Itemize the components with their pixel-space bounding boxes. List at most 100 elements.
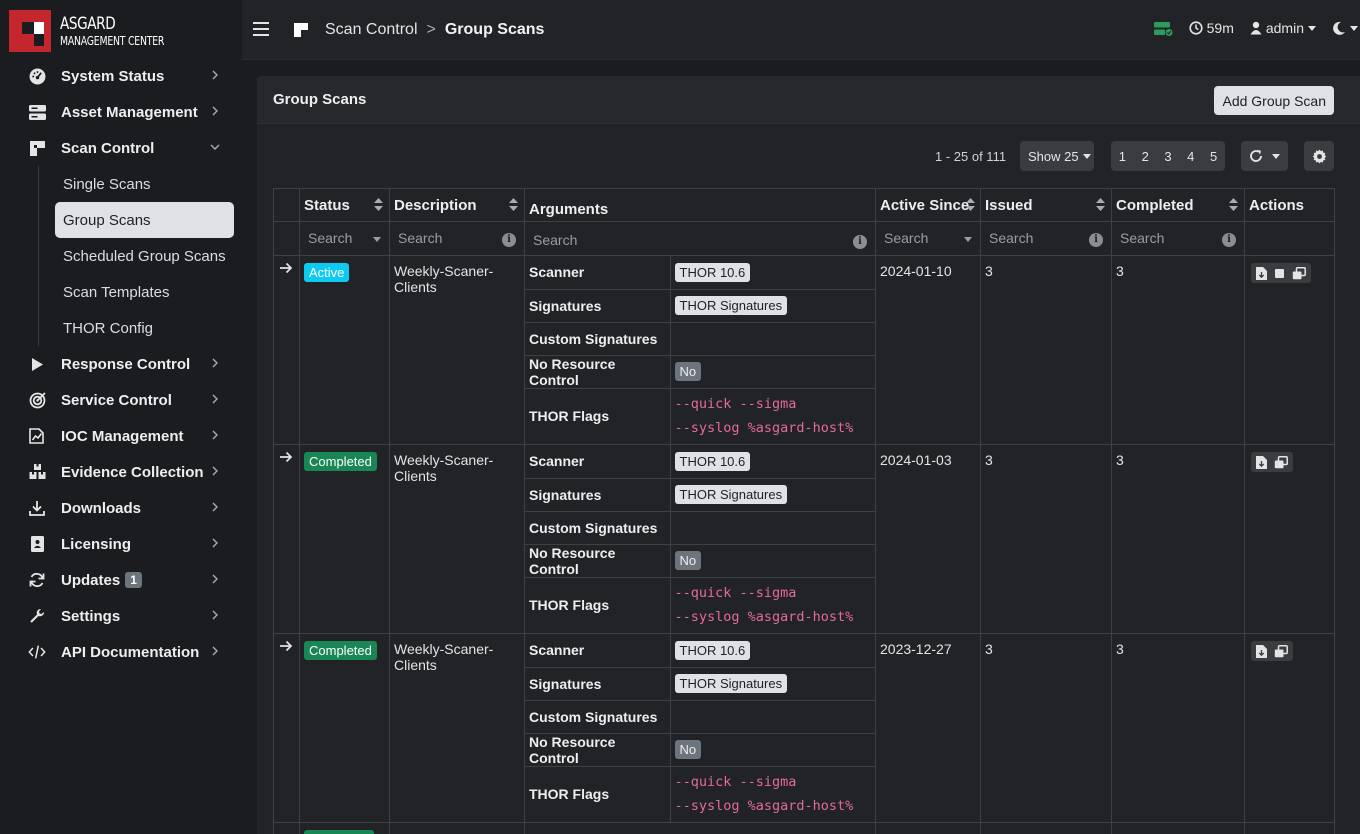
sub-single-scans[interactable]: Single Scans: [55, 166, 242, 202]
nav-downloads[interactable]: Downloads: [0, 490, 242, 526]
signatures-chip: THOR Signatures: [674, 485, 788, 504]
page-link[interactable]: 1: [1111, 149, 1134, 164]
wrench-icon: [28, 607, 46, 625]
arg-value: --quick --sigma --syslog %asgard-host%: [670, 577, 875, 633]
sub-label: Scan Templates: [63, 283, 170, 301]
menu-toggle-icon[interactable]: [253, 22, 269, 36]
sub-group-scans[interactable]: Group Scans: [55, 202, 234, 238]
page-link[interactable]: 3: [1157, 149, 1180, 164]
gauge-icon: [28, 67, 46, 85]
copy-icon[interactable]: [1274, 644, 1288, 658]
target-icon: [28, 391, 46, 409]
chevron-right-icon: [212, 106, 218, 116]
nav-asset-management[interactable]: Asset Management: [0, 94, 242, 130]
column-status[interactable]: Status: [299, 188, 390, 222]
table-row: Completed Weekly-Scaner-Clients Scanner T…: [273, 444, 1335, 634]
brand-logo[interactable]: ASGARD MANAGEMENT CENTER: [9, 10, 194, 52]
chevron-right-icon: [212, 646, 218, 656]
copy-icon[interactable]: [1292, 266, 1306, 280]
nav-ioc-management[interactable]: IOC Management: [0, 418, 242, 454]
expand-row-button[interactable]: [273, 822, 300, 834]
thor-flags: --quick --sigma --syslog %asgard-host%: [674, 396, 854, 437]
sub-scheduled-group-scans[interactable]: Scheduled Group Scans: [55, 238, 242, 274]
completed-filter[interactable]: Search i: [1111, 221, 1245, 256]
column-issued[interactable]: Issued: [980, 188, 1112, 222]
sort-icon: [966, 198, 975, 211]
nav-evidence-collection[interactable]: Evidence Collection: [0, 454, 242, 490]
nav-settings[interactable]: Settings: [0, 598, 242, 634]
breadcrumb-current: Group Scans: [444, 21, 545, 38]
nav-api-documentation[interactable]: API Documentation: [0, 634, 242, 670]
issued-filter[interactable]: Search i: [980, 221, 1112, 256]
completed-cell: 3: [1111, 255, 1245, 445]
top-right-controls: 59m admin: [1153, 20, 1360, 36]
table-settings-button[interactable]: [1304, 141, 1334, 171]
server-status-icon[interactable]: [1153, 21, 1173, 36]
active-since-filter[interactable]: Search: [875, 221, 981, 256]
arguments-cell: Scanner THOR 10.6 Signatures THOR Signatur…: [524, 633, 876, 823]
status-filter[interactable]: Search: [299, 221, 390, 256]
scan-control-crumb-icon: [294, 23, 308, 37]
nav-licensing[interactable]: Licensing: [0, 526, 242, 562]
filter-row: Search Search i Search i Search Search i Se…: [273, 221, 1335, 256]
arguments-filter[interactable]: Search i: [524, 221, 876, 256]
code-icon: [28, 643, 46, 661]
info-icon[interactable]: i: [502, 233, 516, 247]
refresh-button[interactable]: [1241, 141, 1288, 171]
description-filter[interactable]: Search i: [389, 221, 525, 256]
arg-value: THOR Signatures: [670, 289, 875, 323]
nav-scan-control[interactable]: Scan Control: [0, 130, 242, 166]
export-file-icon[interactable]: [1256, 644, 1267, 658]
session-timer[interactable]: 59m: [1189, 20, 1234, 36]
page-size-dropdown[interactable]: Show 25: [1020, 141, 1094, 171]
pagination: 1 2 3 4 5: [1111, 141, 1225, 171]
file-chart-icon: [28, 427, 46, 445]
status-cell: Completed: [299, 633, 390, 823]
sub-scan-templates[interactable]: Scan Templates: [55, 274, 242, 310]
nav-label: Evidence Collection: [61, 463, 204, 481]
column-actions: Actions: [1244, 188, 1335, 222]
theme-toggle[interactable]: [1332, 21, 1358, 35]
breadcrumb-parent[interactable]: Scan Control: [325, 21, 418, 39]
export-file-icon[interactable]: [1256, 266, 1267, 280]
column-completed[interactable]: Completed: [1111, 188, 1245, 222]
column-active-since[interactable]: Active Since: [875, 188, 981, 222]
table-toolbar: 1 - 25 of 111 Show 25 1 2 3 4 5: [257, 141, 1360, 171]
arg-value: THOR 10.6: [670, 634, 875, 668]
expand-row-button[interactable]: [273, 444, 300, 634]
arrow-right-icon: [280, 262, 293, 274]
user-menu[interactable]: admin: [1250, 20, 1316, 36]
column-description[interactable]: Description: [389, 188, 525, 222]
page-link[interactable]: 4: [1179, 149, 1202, 164]
expand-row-button[interactable]: [273, 633, 300, 823]
export-file-icon[interactable]: [1256, 455, 1267, 469]
actions-filter: [1244, 221, 1335, 256]
add-group-scan-button[interactable]: Add Group Scan: [1214, 86, 1334, 115]
page-size-label: Show 25: [1028, 148, 1079, 164]
expand-row-button[interactable]: [273, 255, 300, 445]
download-icon: [28, 499, 46, 517]
info-icon[interactable]: i: [853, 235, 867, 249]
nav-updates[interactable]: Updates 1: [0, 562, 242, 598]
page-link[interactable]: 2: [1134, 149, 1157, 164]
filter-placeholder: Search: [884, 230, 929, 246]
active-since-cell: [875, 822, 981, 834]
nav-service-control[interactable]: Service Control: [0, 382, 242, 418]
chevron-right-icon: [212, 610, 218, 620]
arg-value: THOR Signatures: [670, 667, 875, 701]
page-link[interactable]: 5: [1202, 149, 1225, 164]
nav-system-status[interactable]: System Status: [0, 58, 242, 94]
sub-label: Scheduled Group Scans: [63, 247, 226, 265]
info-icon[interactable]: i: [1222, 233, 1236, 247]
info-icon[interactable]: i: [1089, 233, 1103, 247]
thor-flags: --quick --sigma --syslog %asgard-host%: [674, 585, 854, 626]
nav-response-control[interactable]: Response Control: [0, 346, 242, 382]
stop-icon[interactable]: [1274, 268, 1285, 279]
nav-label: Scan Control: [61, 139, 155, 157]
arg-key: Custom Signatures: [525, 511, 671, 545]
user-name: admin: [1265, 20, 1304, 36]
moon-icon: [1333, 21, 1345, 35]
copy-icon[interactable]: [1274, 455, 1288, 469]
sub-label: Group Scans: [63, 211, 151, 229]
sub-thor-config[interactable]: THOR Config: [55, 310, 242, 346]
